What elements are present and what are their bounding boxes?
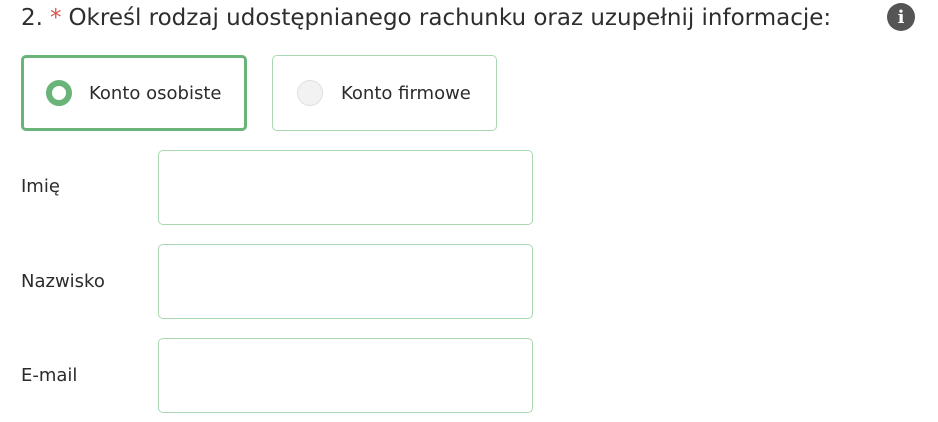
last-name-label: Nazwisko (21, 271, 105, 292)
question-text: Określ rodzaj udostępnianego rachunku or… (68, 5, 832, 31)
info-icon-glyph: i (897, 6, 905, 28)
radio-selected-icon[interactable] (46, 80, 72, 106)
last-name-input[interactable] (158, 244, 533, 319)
required-asterisk: * (49, 5, 62, 31)
question-heading: 2. * Określ rodzaj udostępnianego rachun… (21, 1, 831, 35)
email-input[interactable] (158, 338, 533, 413)
radio-unselected-icon[interactable] (297, 80, 323, 106)
option-business-account[interactable]: Konto firmowe (272, 55, 497, 131)
option-label: Konto firmowe (341, 82, 471, 104)
option-label: Konto osobiste (89, 82, 222, 104)
info-icon[interactable]: i (887, 3, 915, 31)
option-personal-account[interactable]: Konto osobiste (21, 55, 247, 131)
first-name-label: Imię (21, 176, 60, 197)
question-number: 2. (21, 5, 43, 31)
form-section: 2. * Określ rodzaj udostępnianego rachun… (0, 0, 938, 422)
first-name-input[interactable] (158, 150, 533, 225)
email-label: E-mail (21, 365, 78, 386)
